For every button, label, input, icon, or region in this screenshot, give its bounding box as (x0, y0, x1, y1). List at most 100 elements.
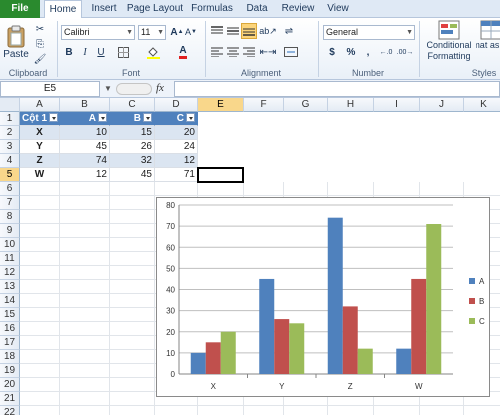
row-header-1[interactable]: 1 (0, 112, 20, 126)
row-header-21[interactable]: 21 (0, 392, 20, 406)
table-header-cell[interactable]: B (110, 112, 155, 126)
tab-insert[interactable]: Insert (84, 0, 124, 18)
font-family-select[interactable]: Calibri ▼ (61, 25, 135, 40)
column-header-i[interactable]: I (374, 98, 420, 112)
row-header-13[interactable]: 13 (0, 280, 20, 294)
align-center-icon[interactable] (226, 45, 240, 59)
row-header-2[interactable]: 2 (0, 126, 20, 140)
shrink-font-icon[interactable]: A ▼ (184, 25, 198, 39)
filter-dropdown-icon[interactable] (143, 113, 152, 122)
row-header-15[interactable]: 15 (0, 308, 20, 322)
insert-function-button[interactable]: fx (156, 82, 164, 94)
row-header-14[interactable]: 14 (0, 294, 20, 308)
row-header-12[interactable]: 12 (0, 266, 20, 280)
row-header-17[interactable]: 17 (0, 336, 20, 350)
row-header-4[interactable]: 4 (0, 154, 20, 168)
row-header-7[interactable]: 7 (0, 196, 20, 210)
row-header-8[interactable]: 8 (0, 210, 20, 224)
font-size-select[interactable]: 11 ▼ (138, 25, 166, 40)
currency-button[interactable]: $ (325, 45, 339, 59)
increase-decimal-icon[interactable]: ←.0 (379, 45, 393, 59)
row-header-10[interactable]: 10 (0, 238, 20, 252)
format-as-table-button[interactable]: Format as Table (476, 20, 500, 66)
bold-button[interactable]: B (62, 45, 76, 59)
table-cell[interactable]: 71 (155, 168, 198, 182)
cut-icon[interactable]: ✂ (33, 22, 47, 36)
row-header-18[interactable]: 18 (0, 350, 20, 364)
formula-input[interactable] (174, 81, 500, 97)
table-cell[interactable]: Y (20, 140, 60, 154)
percent-button[interactable]: % (344, 45, 358, 59)
table-cell[interactable]: 45 (110, 168, 155, 182)
indent-icon[interactable]: ⇤⇥ (260, 45, 277, 59)
merge-center-icon[interactable] (284, 45, 298, 59)
font-color-icon[interactable]: A (176, 45, 190, 59)
table-cell[interactable]: 10 (60, 126, 110, 140)
align-right-icon[interactable] (242, 45, 256, 59)
table-cell[interactable]: Z (20, 154, 60, 168)
table-cell[interactable]: 12 (60, 168, 110, 182)
align-bottom-icon[interactable] (241, 23, 257, 39)
tab-page-layout[interactable]: Page Layout (126, 0, 184, 18)
clustered-column-chart[interactable]: 0 10 20 30 40 50 60 70 80 X Y Z W A B C (156, 197, 490, 397)
select-all-corner[interactable] (0, 98, 20, 112)
row-header-11[interactable]: 11 (0, 252, 20, 266)
filter-dropdown-icon[interactable] (186, 113, 195, 122)
table-cell[interactable]: 15 (110, 126, 155, 140)
row-header-20[interactable]: 20 (0, 378, 20, 392)
name-box-chevron-icon[interactable]: ▼ (104, 84, 114, 94)
borders-icon[interactable] (116, 45, 130, 59)
fill-color-icon[interactable] (146, 45, 160, 59)
column-header-a[interactable]: A (20, 98, 60, 112)
row-header-9[interactable]: 9 (0, 224, 20, 238)
column-header-g[interactable]: G (284, 98, 328, 112)
table-cell[interactable]: X (20, 126, 60, 140)
column-header-e[interactable]: E (198, 98, 244, 112)
tab-data[interactable]: Data (240, 0, 274, 18)
italic-button[interactable]: I (78, 45, 92, 59)
table-cell[interactable]: 32 (110, 154, 155, 168)
name-box[interactable]: E5 (0, 81, 100, 97)
comma-button[interactable]: , (361, 45, 375, 59)
wrap-text-icon[interactable]: ⇌ (282, 24, 296, 38)
tab-view[interactable]: View (322, 0, 354, 18)
underline-button[interactable]: U (94, 45, 108, 59)
format-painter-icon[interactable]: 🖌 (33, 52, 47, 66)
table-cell[interactable]: W (20, 168, 60, 182)
row-header-6[interactable]: 6 (0, 182, 20, 196)
row-header-3[interactable]: 3 (0, 140, 20, 154)
table-cell[interactable]: 12 (155, 154, 198, 168)
tab-formulas[interactable]: Formulas (188, 0, 236, 18)
column-header-k[interactable]: K (464, 98, 500, 112)
conditional-formatting-button[interactable]: Conditional Formatting (424, 20, 474, 66)
filter-dropdown-icon[interactable] (98, 113, 107, 122)
column-header-f[interactable]: F (244, 98, 284, 112)
table-header-cell[interactable]: C (155, 112, 198, 126)
align-left-icon[interactable] (210, 45, 224, 59)
table-cell[interactable]: 45 (60, 140, 110, 154)
column-header-d[interactable]: D (155, 98, 198, 112)
row-header-16[interactable]: 16 (0, 322, 20, 336)
align-top-icon[interactable] (210, 24, 224, 38)
filter-dropdown-icon[interactable] (49, 113, 58, 122)
grow-font-icon[interactable]: A ▲ (170, 25, 184, 39)
row-header-22[interactable]: 22 (0, 406, 20, 415)
column-header-b[interactable]: B (60, 98, 110, 112)
table-header-cell[interactable]: A (60, 112, 110, 126)
column-header-j[interactable]: J (420, 98, 464, 112)
tab-home[interactable]: Home (44, 0, 82, 19)
table-cell[interactable]: 24 (155, 140, 198, 154)
paste-button[interactable]: Paste (3, 20, 29, 64)
orientation-icon[interactable]: ab↗ (259, 24, 277, 38)
decrease-decimal-icon[interactable]: .00→ (397, 45, 414, 59)
tab-file[interactable]: File (0, 0, 40, 18)
table-cell[interactable]: 74 (60, 154, 110, 168)
row-header-5[interactable]: 5 (0, 168, 20, 182)
active-cell-e5[interactable] (197, 167, 244, 183)
number-format-select[interactable]: General ▼ (323, 25, 415, 40)
row-header-19[interactable]: 19 (0, 364, 20, 378)
column-header-h[interactable]: H (328, 98, 374, 112)
table-cell[interactable]: 26 (110, 140, 155, 154)
column-header-c[interactable]: C (110, 98, 155, 112)
align-middle-icon[interactable] (226, 24, 240, 38)
